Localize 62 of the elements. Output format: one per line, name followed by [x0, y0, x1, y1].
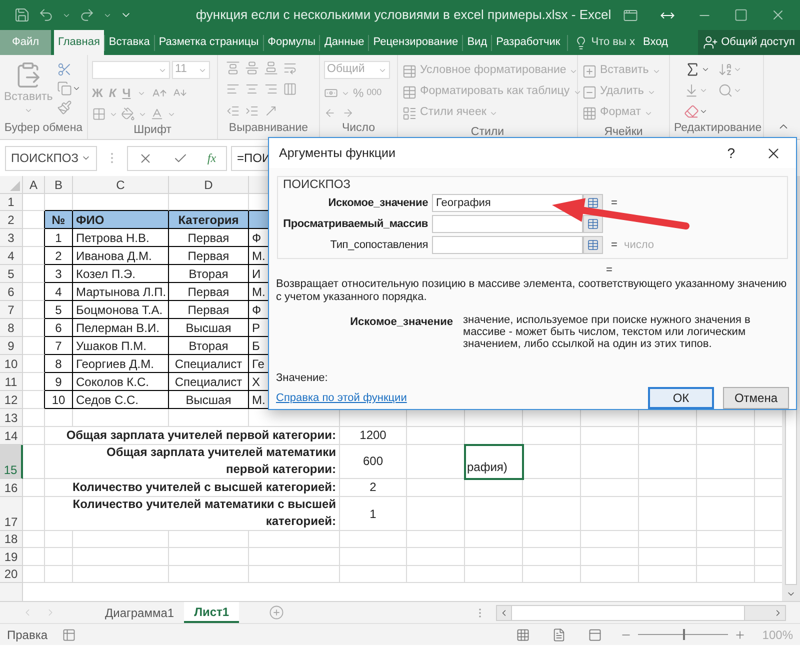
table-cell: 9 [45, 373, 73, 392]
table-cell: Специалист [169, 355, 249, 374]
table-cell: 2 [340, 478, 407, 498]
table-cell: Боцмонова Т.А. [73, 301, 169, 320]
table-cell: Высшая [169, 319, 249, 338]
column-title: № [45, 211, 73, 230]
row-label: Количество учителей математики с высшей категорией: [45, 497, 340, 531]
row-label: Общая зарплата учителей математики первой категории: [45, 445, 340, 479]
row-label: Количество учителей с высшей категорией: [45, 478, 340, 498]
column-title: ФИО [73, 211, 169, 230]
table-cell: Иванова Д.М. [73, 247, 169, 266]
group-label: Число [340, 121, 376, 136]
table-cell: Специалист [169, 373, 249, 392]
equals-sign: = [606, 264, 612, 276]
argument-label: Искомое_значение [327, 196, 429, 211]
argument-result: число [624, 238, 654, 253]
argument-help-text: значение, используемое при поиске нужного значения в массиве - может быть числом, текстом или логическим значением, либо ссылкой на один из этих типов. [462, 314, 752, 350]
group-label: Шрифт [132, 123, 172, 138]
table-cell: Первая [169, 229, 249, 248]
table-cell: 1 [340, 497, 407, 531]
status-mode: Правка [7, 626, 48, 644]
value-label: Значение: [275, 371, 329, 386]
window-title: функция если с несколькими условиями в excel примеры.xlsx - Excel [194, 6, 612, 24]
table-cell: 4 [45, 283, 73, 302]
group-label: Редактирование [674, 121, 759, 136]
table-cell: Козел П.Э. [73, 265, 169, 284]
table-cell: Первая [169, 247, 249, 266]
table-cell: 3 [45, 265, 73, 284]
table-cell: Высшая [169, 391, 249, 410]
group-label: Стили [470, 125, 506, 140]
row-label: Общая зарплата учителей первой категории: [45, 426, 340, 446]
table-cell: Седов С.С. [73, 391, 169, 410]
table-cell: Вторая [169, 265, 249, 284]
table-cell: Первая [169, 301, 249, 320]
column-title: Категория [169, 211, 249, 230]
table-cell: 10 [45, 391, 73, 410]
table-cell: Первая [169, 283, 249, 302]
table-cell: 2 [45, 247, 73, 266]
table-cell: Вторая [169, 337, 249, 356]
group-label: Выравнивание [228, 121, 310, 136]
table-cell: 5 [45, 301, 73, 320]
argument-label: Просматриваемый_массив [282, 216, 429, 232]
table-cell: Мартынова Л.П. [73, 283, 169, 302]
function-name: ПОИСКПОЗ [282, 176, 352, 192]
table-cell: Петрова Н.В. [73, 229, 169, 248]
table-cell: 6 [45, 319, 73, 338]
table-cell: 600 [340, 445, 407, 479]
table-cell: Ушаков П.М. [73, 337, 169, 356]
table-cell: 1200 [340, 426, 407, 446]
argument-help-name: Искомое_значение [349, 315, 453, 330]
dialog-title: Аргументы функции [279, 144, 396, 162]
group-label: Ячейки [603, 125, 644, 140]
table-cell: 1 [45, 229, 73, 248]
table-cell: 8 [45, 355, 73, 374]
equals-sign: = [611, 238, 617, 253]
equals-sign: = [611, 196, 617, 211]
table-cell: Соколов К.С. [73, 373, 169, 392]
group-label: Буфер обмена [4, 121, 83, 136]
table-cell: Пелерман В.И. [73, 319, 169, 338]
table-cell: Георгиев Д.М. [73, 355, 169, 374]
table-cell: рафия) [465, 445, 523, 479]
table-cell: 7 [45, 337, 73, 356]
